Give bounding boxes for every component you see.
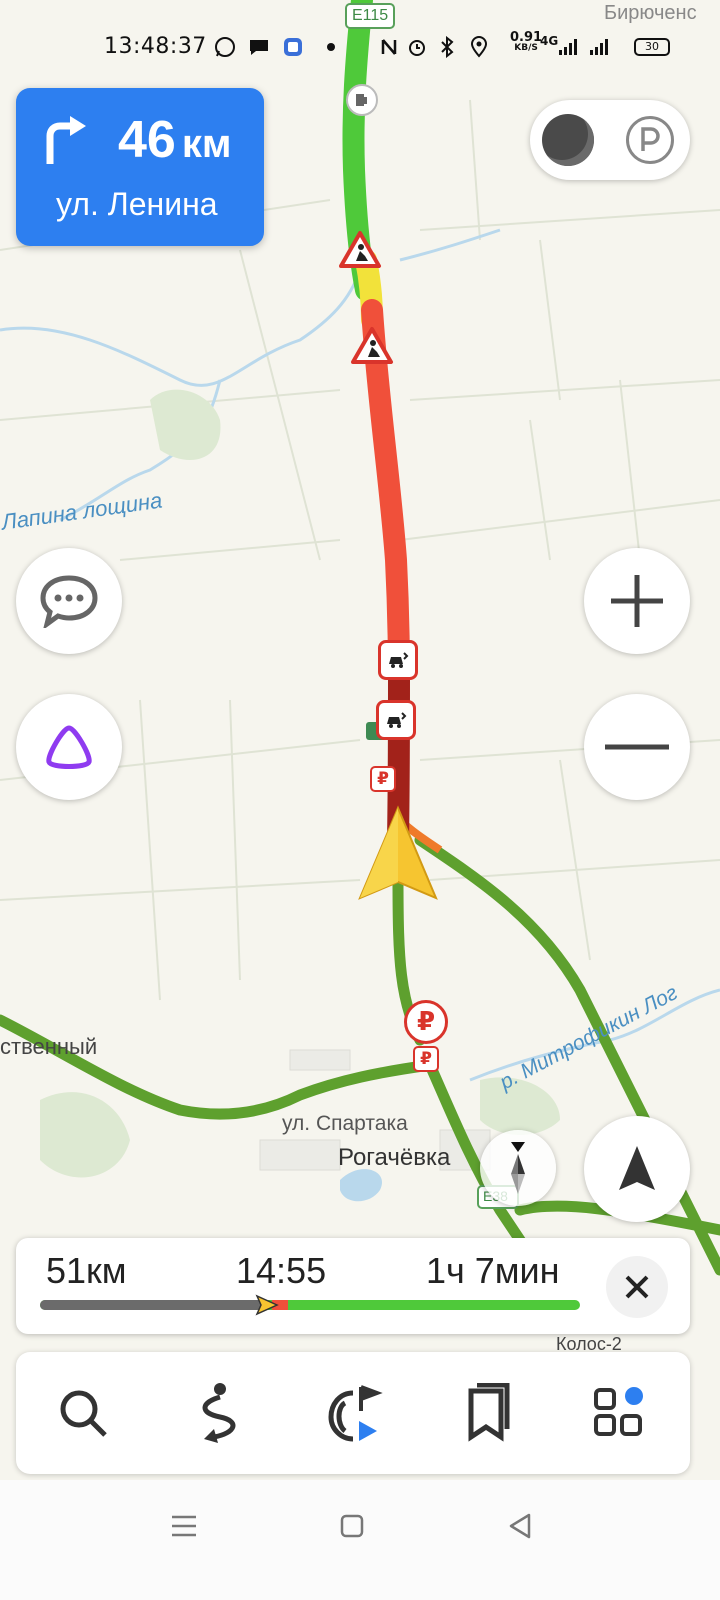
signal-strength-icon xyxy=(556,36,578,58)
network-speed: 0.91 KB/S xyxy=(510,30,543,53)
music-icon xyxy=(328,1385,383,1442)
route-info-panel[interactable]: 51км 14:55 1ч 7мин xyxy=(16,1238,690,1334)
battery-indicator: 30 xyxy=(634,38,670,56)
system-navigation-bar xyxy=(0,1480,720,1600)
accident-icon[interactable] xyxy=(378,640,418,680)
accident-icon[interactable] xyxy=(376,700,416,740)
turn-right-icon xyxy=(46,116,86,164)
paid-road-icon[interactable]: ₽ xyxy=(413,1046,439,1072)
services-icon xyxy=(594,1387,643,1436)
chat-button[interactable] xyxy=(16,548,122,654)
bookmarks-icon xyxy=(468,1383,510,1442)
alice-icon xyxy=(46,725,92,769)
navigation-arrow-icon xyxy=(619,1146,655,1190)
zoom-in-button[interactable] xyxy=(584,548,690,654)
route-button[interactable] xyxy=(182,1378,252,1448)
services-button[interactable] xyxy=(586,1378,656,1448)
home-square-icon xyxy=(340,1514,364,1538)
back-nav-button[interactable] xyxy=(500,1506,540,1546)
whatsapp-icon xyxy=(214,36,236,58)
plus-icon xyxy=(611,575,663,627)
signal-strength-icon xyxy=(588,36,610,58)
bottom-toolbar xyxy=(16,1352,690,1474)
minus-icon xyxy=(605,744,669,750)
road-label-top: E115 xyxy=(352,7,389,24)
parking-icon xyxy=(641,127,660,151)
paid-road-icon[interactable]: ₽ xyxy=(404,1000,448,1044)
close-route-button[interactable] xyxy=(606,1256,668,1318)
route-progress-bar xyxy=(40,1300,580,1310)
roadwork-icon[interactable] xyxy=(350,326,394,366)
alice-voice-assistant-button[interactable] xyxy=(16,694,122,800)
back-triangle-icon xyxy=(509,1513,531,1539)
music-button[interactable] xyxy=(320,1378,390,1448)
place-label-left: ственный xyxy=(0,1034,98,1059)
bluetooth-icon xyxy=(436,36,458,58)
menu-icon xyxy=(172,1515,196,1537)
maneuver-card[interactable]: 46 км ул. Ленина xyxy=(16,88,264,246)
map-layers-control xyxy=(530,100,690,180)
paid-road-icon[interactable]: ₽ xyxy=(370,766,396,792)
compass-button[interactable] xyxy=(480,1130,556,1206)
zoom-out-button[interactable] xyxy=(584,694,690,800)
bookmarks-button[interactable] xyxy=(452,1378,522,1448)
route-progress-passed xyxy=(40,1300,267,1310)
compass-icon xyxy=(511,1142,525,1194)
town-label-top: Бирюченс xyxy=(604,2,697,24)
follow-location-button[interactable] xyxy=(584,1116,690,1222)
roadwork-icon[interactable] xyxy=(338,230,382,270)
maneuver-street: ул. Ленина xyxy=(56,186,218,222)
close-icon xyxy=(625,1275,649,1299)
route-icon xyxy=(202,1383,236,1443)
message-icon xyxy=(248,36,270,58)
status-bar: 13:48:37 0.91 KB/S 4G 30 xyxy=(0,30,720,66)
nfc-icon xyxy=(378,36,400,58)
remaining-duration: 1ч 7мин xyxy=(426,1250,560,1291)
maneuver-distance: 46 км xyxy=(118,111,232,169)
current-location-arrow-icon xyxy=(356,804,440,908)
parking-layer-button[interactable] xyxy=(626,116,674,164)
arrival-time: 14:55 xyxy=(236,1250,327,1291)
alarm-icon xyxy=(406,36,428,58)
fuel-station-icon[interactable] xyxy=(346,84,378,116)
more-notifications-dot-icon xyxy=(320,36,342,58)
search-icon xyxy=(60,1390,107,1437)
app-notification-icon xyxy=(282,36,304,58)
chat-bubble-icon xyxy=(40,575,98,628)
location-icon xyxy=(468,36,490,58)
search-button[interactable] xyxy=(48,1378,118,1448)
traffic-layer-button[interactable] xyxy=(542,114,594,166)
remaining-distance: 51км xyxy=(46,1250,127,1291)
home-nav-button[interactable] xyxy=(332,1506,372,1546)
menu-nav-button[interactable] xyxy=(164,1506,204,1546)
status-time: 13:48:37 xyxy=(104,34,207,59)
street-label: ул. Спартака xyxy=(282,1112,408,1135)
town-label: Рогачёвка xyxy=(338,1144,451,1171)
route-progress-marker-icon xyxy=(255,1294,279,1316)
